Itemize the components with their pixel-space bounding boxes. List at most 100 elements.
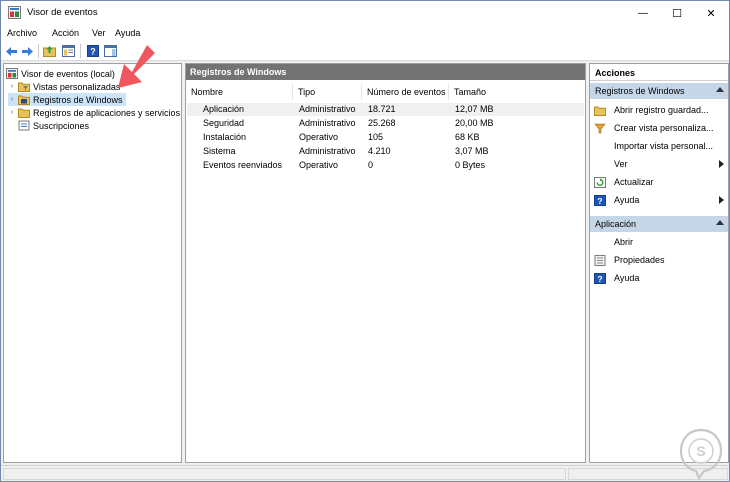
menu-ayuda[interactable]: Ayuda <box>115 28 140 38</box>
action-label: Actualizar <box>614 177 654 187</box>
menu-bar: Archivo Acción Ver Ayuda <box>1 25 729 41</box>
table-row[interactable]: Eventos reenviados Operativo 0 0 Bytes <box>187 159 584 172</box>
tree-item-registros-de-windows[interactable]: › Registros de Windows <box>8 93 126 106</box>
column-header-tamano[interactable]: Tamaño <box>449 84 583 100</box>
cell-nombre: Aplicación <box>203 104 245 114</box>
section-title: Aplicación <box>595 219 637 229</box>
title-bar[interactable]: Visor de eventos — ☐ ✕ <box>1 1 729 25</box>
collapse-up-icon[interactable] <box>716 87 724 92</box>
cell-tipo: Operativo <box>299 160 339 170</box>
event-viewer-app-icon <box>8 6 21 19</box>
close-button[interactable]: ✕ <box>694 1 728 25</box>
back-button[interactable] <box>4 44 19 58</box>
window-title: Visor de eventos <box>27 7 98 18</box>
tree-item-suscripciones[interactable]: Suscripciones <box>8 119 89 132</box>
action-label: Abrir <box>614 237 634 247</box>
event-viewer-window: Visor de eventos — ☐ ✕ Archivo Acción Ve… <box>0 0 730 482</box>
cell-tamano: 3,07 MB <box>455 146 489 156</box>
menu-ver[interactable]: Ver <box>92 28 106 38</box>
action-open-saved-log[interactable]: Abrir registro guardad... <box>594 102 726 118</box>
cell-tamano: 20,00 MB <box>455 118 494 128</box>
collapse-up-icon[interactable] <box>716 220 724 225</box>
table-row[interactable]: Sistema Administrativo 4.210 3,07 MB <box>187 145 584 158</box>
action-ver[interactable]: Ver <box>594 156 726 172</box>
action-label: Propiedades <box>614 255 665 265</box>
tree-item-registros-aplicaciones[interactable]: › Registros de aplicaciones y servicios <box>8 106 180 119</box>
cell-tamano: 12,07 MB <box>455 104 494 114</box>
minimize-icon: — <box>638 7 648 19</box>
minimize-button[interactable]: — <box>626 1 660 25</box>
no-icon <box>594 141 606 152</box>
help-icon: ? <box>594 194 606 206</box>
table-row[interactable]: Instalación Operativo 105 68 KB <box>187 131 584 144</box>
no-icon <box>594 237 606 248</box>
actions-section-aplicacion[interactable]: Aplicación <box>590 216 728 232</box>
open-folder-icon <box>594 106 606 116</box>
table-row[interactable]: Seguridad Administrativo 25.268 20,00 MB <box>187 117 584 130</box>
toolbar: ? <box>1 41 729 61</box>
chevron-right-icon[interactable]: › <box>8 96 16 103</box>
help-icon: ? <box>86 45 99 57</box>
up-folder-icon <box>43 46 56 57</box>
cell-tipo: Administrativo <box>299 118 356 128</box>
properties-icon <box>594 254 606 266</box>
help-icon: ? <box>594 272 606 284</box>
back-arrow-icon <box>6 46 17 56</box>
cell-tamano: 0 Bytes <box>455 160 486 170</box>
action-label: Importar vista personal... <box>614 141 714 151</box>
close-icon: ✕ <box>706 7 716 20</box>
status-segment <box>3 468 566 480</box>
maximize-button[interactable]: ☐ <box>660 1 694 25</box>
svg-text:?: ? <box>597 273 602 283</box>
status-bar <box>1 465 729 481</box>
action-label: Ayuda <box>614 273 640 283</box>
submenu-arrow-icon <box>719 160 724 168</box>
column-header-tipo[interactable]: Tipo <box>293 84 362 100</box>
folder-icon <box>18 108 30 118</box>
up-level-button[interactable] <box>42 44 57 58</box>
forward-button[interactable] <box>20 44 35 58</box>
cell-numero-eventos: 25.268 <box>368 118 396 128</box>
action-actualizar[interactable]: Actualizar <box>594 174 726 190</box>
pane-header: Registros de Windows <box>186 64 585 80</box>
column-header-numero-eventos[interactable]: Número de eventos <box>362 84 449 100</box>
svg-text:?: ? <box>90 47 96 57</box>
menu-archivo[interactable]: Archivo <box>7 28 37 38</box>
column-header-nombre[interactable]: Nombre <box>186 84 293 100</box>
svg-text:S: S <box>696 443 705 459</box>
actions-title: Acciones <box>590 64 728 81</box>
folder-filter-icon <box>18 82 30 92</box>
cell-numero-eventos: 4.210 <box>368 146 391 156</box>
chevron-right-icon[interactable]: › <box>8 109 16 116</box>
annotation-arrow-icon <box>118 45 155 88</box>
help-button[interactable]: ? <box>85 44 100 58</box>
action-label: Crear vista personaliza... <box>614 123 714 133</box>
svg-text:?: ? <box>597 195 602 205</box>
logs-list-pane: Registros de Windows Nombre Tipo Número … <box>185 63 586 463</box>
no-icon <box>594 159 606 170</box>
tree-item-label: Suscripciones <box>33 120 90 131</box>
actions-section-registros-de-windows[interactable]: Registros de Windows <box>590 83 728 99</box>
menu-accion[interactable]: Acción <box>52 28 79 38</box>
action-import-custom-view[interactable]: Importar vista personal... <box>594 138 726 154</box>
action-abrir[interactable]: Abrir <box>594 234 726 250</box>
actions-pane: Acciones Registros de Windows Abrir regi… <box>589 63 729 463</box>
event-log-folder-icon <box>18 95 30 105</box>
action-propiedades[interactable]: Propiedades <box>594 252 726 268</box>
filter-icon <box>594 123 606 133</box>
show-hide-tree-button[interactable] <box>61 44 76 58</box>
tree-root-event-viewer[interactable]: Visor de eventos (local) <box>6 67 115 80</box>
chevron-right-icon[interactable]: › <box>8 83 16 90</box>
tree-item-vistas-personalizadas[interactable]: › Vistas personalizadas <box>8 80 120 93</box>
navigation-tree-pane: Visor de eventos (local) › Vistas person… <box>3 63 182 463</box>
cell-nombre: Instalación <box>203 132 247 142</box>
subscriptions-icon <box>18 120 30 131</box>
refresh-icon <box>594 176 606 188</box>
action-create-custom-view[interactable]: Crear vista personaliza... <box>594 120 726 136</box>
watermark-logo-icon: S <box>679 428 723 480</box>
forward-arrow-icon <box>22 46 33 56</box>
action-ayuda[interactable]: ? Ayuda <box>594 192 726 208</box>
table-row[interactable]: Aplicación Administrativo 18.721 12,07 M… <box>187 103 584 116</box>
action-ayuda-aplicacion[interactable]: ? Ayuda <box>594 270 726 286</box>
action-label: Abrir registro guardad... <box>614 105 709 115</box>
